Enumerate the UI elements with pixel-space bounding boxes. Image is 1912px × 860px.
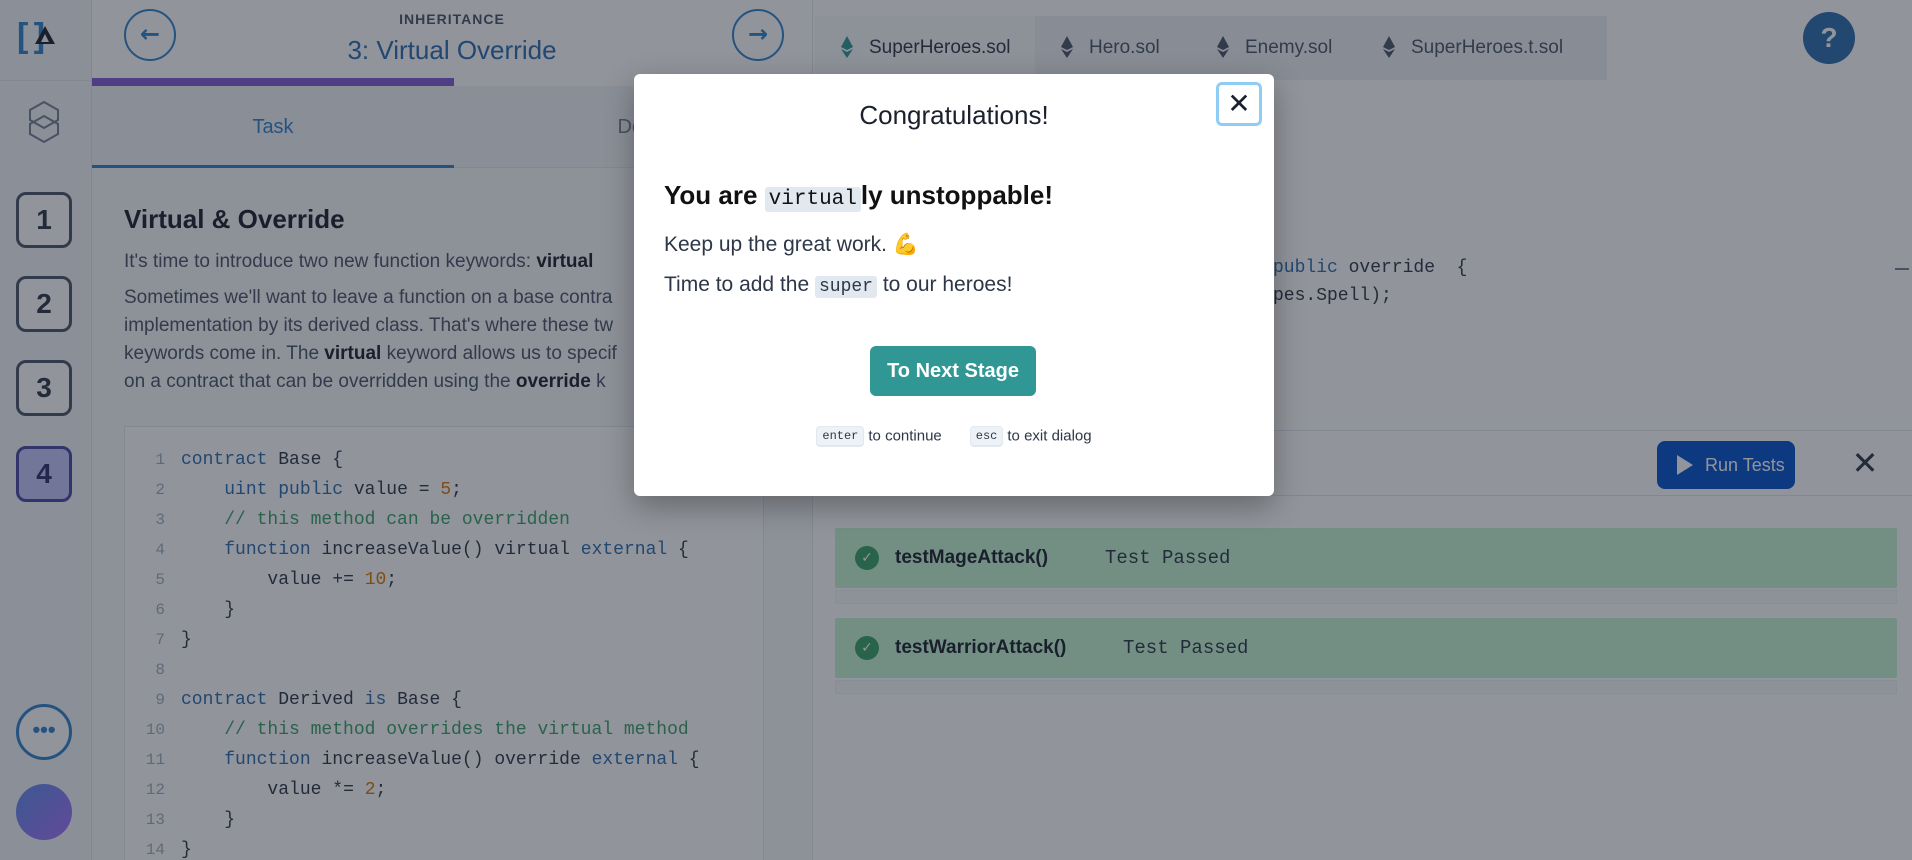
code-chip: super xyxy=(814,276,877,298)
congratulations-dialog: Congratulations! ✕ You are virtual ly uns… xyxy=(634,74,1274,496)
keyboard-hints: enter to continue esc to exit dialog xyxy=(634,426,1274,447)
dialog-body: You are virtual ly unstoppable! Keep up t… xyxy=(664,178,1254,301)
next-stage-button[interactable]: To Next Stage xyxy=(870,346,1036,396)
esc-key-hint: esc xyxy=(969,426,1004,447)
close-icon: ✕ xyxy=(1227,87,1251,120)
dialog-line-1: Keep up the great work. 💪 xyxy=(664,233,919,256)
dialog-close-button[interactable]: ✕ xyxy=(1216,82,1262,126)
enter-key-hint: enter xyxy=(816,426,865,447)
dialog-headline: You are virtual ly unstoppable! xyxy=(664,180,1054,212)
code-chip: virtual xyxy=(764,187,861,212)
dialog-title: Congratulations! xyxy=(859,100,1049,130)
dialog-line-2: Time to add the super to our heroes! xyxy=(664,273,1013,298)
